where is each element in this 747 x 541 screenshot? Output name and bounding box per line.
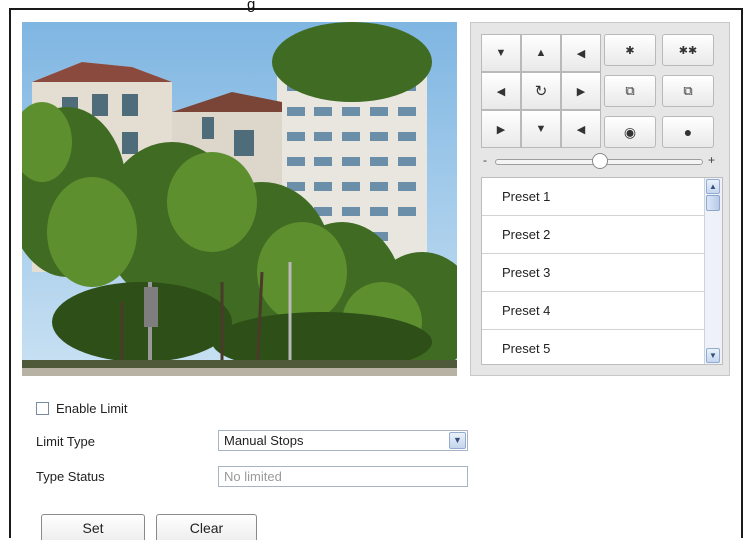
pan-up-right-button[interactable]: ◀	[561, 34, 601, 72]
chevron-down-icon[interactable]: ▼	[449, 432, 466, 449]
arrow-icon: ◀	[576, 123, 586, 136]
auto-pan-button[interactable]: ↻	[521, 72, 561, 110]
enable-limit-checkbox[interactable]	[36, 402, 49, 415]
arrow-icon: ◀	[576, 47, 586, 60]
trees-icon: ✱✱	[678, 44, 698, 57]
type-status-value: No limited	[224, 469, 282, 484]
scroll-thumb[interactable]	[706, 195, 720, 211]
arrow-down-icon: ▼	[535, 123, 547, 135]
arrow-right-icon: ▶	[576, 85, 586, 98]
enable-limit-label: Enable Limit	[56, 401, 128, 416]
arrow-icon: ▶	[496, 123, 506, 136]
scroll-down-icon[interactable]: ▼	[706, 348, 720, 363]
preset-item-4[interactable]: Preset 4	[482, 292, 706, 330]
arrow-left-icon: ◀	[496, 85, 506, 98]
limit-type-label: Limit Type	[36, 434, 96, 449]
pan-down-left-button[interactable]: ▶	[481, 110, 521, 148]
focus-near-button[interactable]: ⧉	[604, 75, 656, 107]
preset-label: Preset 1	[502, 189, 551, 204]
limit-type-value: Manual Stops	[224, 433, 304, 448]
zoom-out-button[interactable]: ✱✱	[662, 34, 714, 66]
iris-close-icon: ●	[683, 124, 693, 140]
preset-scrollbar[interactable]: ▲ ▼	[704, 178, 722, 364]
limit-type-select[interactable]: Manual Stops ▼	[218, 430, 468, 451]
zoom-in-button[interactable]: ✱	[604, 34, 656, 66]
ptz-speed-slider[interactable]: - +	[481, 153, 717, 169]
iris-open-icon: ◉	[623, 123, 637, 140]
preset-label: Preset 4	[502, 303, 551, 318]
type-status-field: No limited	[218, 466, 468, 487]
preset-label: Preset 2	[502, 227, 551, 242]
focus-far-button[interactable]: ⧉	[662, 75, 714, 107]
arrow-up-icon: ▲	[535, 47, 547, 59]
iris-close-button[interactable]: ●	[662, 116, 714, 148]
preset-label: Preset 5	[502, 341, 551, 356]
preset-item-1[interactable]: Preset 1	[482, 178, 706, 216]
preset-item-3[interactable]: Preset 3	[482, 254, 706, 292]
pan-down-right-button[interactable]: ◀	[561, 110, 601, 148]
focus-near-icon: ⧉	[625, 83, 635, 98]
live-video-view[interactable]	[22, 22, 457, 376]
iris-open-button[interactable]: ◉	[604, 116, 656, 148]
preset-item-2[interactable]: Preset 2	[482, 216, 706, 254]
preset-label: Preset 3	[502, 265, 551, 280]
slider-knob[interactable]	[592, 153, 608, 169]
minus-icon: -	[483, 153, 487, 167]
ptz-lens-controls: ✱ ✱✱ ⧉ ⧉ ◉ ●	[604, 34, 716, 149]
pan-down-button[interactable]: ▼	[521, 110, 561, 148]
page-title-fragment: g	[247, 0, 256, 13]
focus-far-icon: ⧉	[683, 83, 693, 98]
scroll-up-icon[interactable]: ▲	[706, 179, 720, 194]
type-status-label: Type Status	[36, 469, 105, 484]
pan-up-left-button[interactable]: ▼	[481, 34, 521, 72]
preset-list: Preset 1 Preset 2 Preset 3 Preset 4 Pres…	[481, 177, 723, 365]
preset-item-5[interactable]: Preset 5	[482, 330, 706, 364]
set-button[interactable]: Set	[41, 514, 145, 540]
pan-right-button[interactable]: ▶	[561, 72, 601, 110]
ptz-direction-pad: ▼ ▲ ◀ ◀ ↻ ▶ ▶ ▼ ◀	[481, 34, 601, 149]
pan-up-button[interactable]: ▲	[521, 34, 561, 72]
refresh-icon: ↻	[534, 83, 548, 100]
clear-button[interactable]: Clear	[156, 514, 257, 540]
ptz-control-panel: ▼ ▲ ◀ ◀ ↻ ▶ ▶ ▼ ◀ ✱ ✱✱ ⧉ ⧉ ◉ ● - + Prese…	[470, 22, 730, 376]
plus-icon: +	[707, 153, 715, 167]
arrow-icon: ▼	[495, 47, 507, 59]
pan-left-button[interactable]: ◀	[481, 72, 521, 110]
tree-icon: ✱	[625, 44, 635, 57]
